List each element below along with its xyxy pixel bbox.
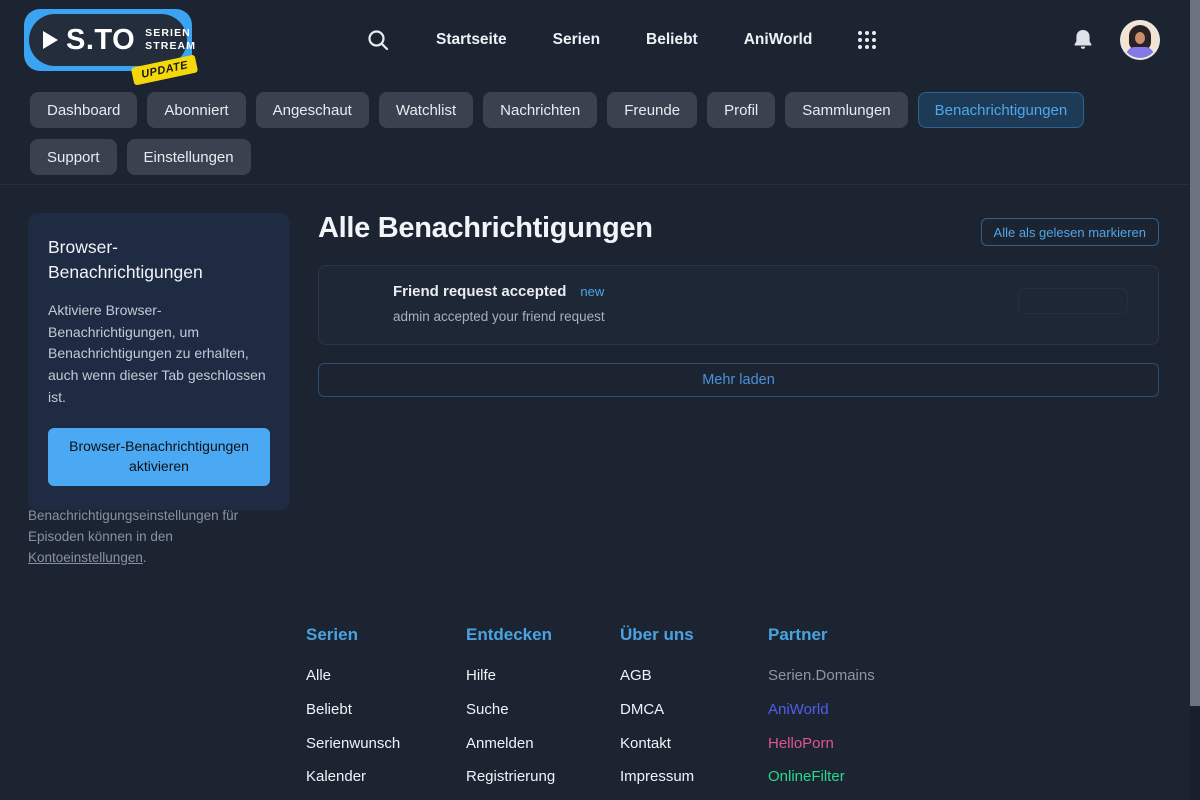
footer-link-kontakt[interactable]: Kontakt (620, 735, 768, 754)
footer-link-kalender[interactable]: Kalender (306, 768, 466, 787)
footer-column-entdecken: Entdecken Hilfe Suche Anmelden Registrie… (466, 625, 620, 800)
tab-einstellungen[interactable]: Einstellungen (127, 139, 251, 175)
tab-profil[interactable]: Profil (707, 92, 775, 128)
footer-column-partner: Partner Serien.Domains AniWorld HelloPor… (768, 625, 875, 800)
logo-name: S.TO (66, 24, 135, 57)
tab-angeschaut[interactable]: Angeschaut (256, 92, 369, 128)
tab-abonniert[interactable]: Abonniert (147, 92, 245, 128)
notification-message: admin accepted your friend request (393, 309, 605, 324)
header-right (1072, 0, 1158, 80)
footer-link-impressum[interactable]: Impressum (620, 768, 768, 787)
user-avatar[interactable] (1122, 22, 1158, 58)
scrollbar-thumb[interactable] (1190, 0, 1200, 706)
footer-link-suche[interactable]: Suche (466, 701, 620, 720)
nav-link-aniworld[interactable]: AniWorld (744, 31, 813, 49)
logo-tagline-line1: SERIEN (145, 27, 196, 40)
footer-link-anmelden[interactable]: Anmelden (466, 735, 620, 754)
logo-capsule: S.TO SERIEN STREAM (29, 14, 187, 66)
footer-heading-partner: Partner (768, 625, 875, 645)
tab-dashboard[interactable]: Dashboard (30, 92, 137, 128)
notification-title: Friend request accepted (393, 283, 566, 300)
nav-link-startseite[interactable]: Startseite (436, 31, 507, 49)
notification-content: Friend request accepted new admin accept… (393, 283, 605, 324)
browser-notifications-title: Browser-Benachrichtigungen (48, 235, 270, 284)
footer-column-serien: Serien Alle Beliebt Serienwunsch Kalende… (306, 625, 466, 800)
footer-link-helloporn[interactable]: HelloPorn (768, 735, 875, 754)
tab-support[interactable]: Support (30, 139, 117, 175)
footer-link-aniworld[interactable]: AniWorld (768, 701, 875, 720)
footer-link-beliebt[interactable]: Beliebt (306, 701, 466, 720)
tab-freunde[interactable]: Freunde (607, 92, 697, 128)
footer-link-hilfe[interactable]: Hilfe (466, 667, 620, 686)
footer-link-registrierung[interactable]: Registrierung (466, 768, 620, 787)
profile-tabs: Dashboard Abonniert Angeschaut Watchlist… (30, 92, 1170, 175)
site-logo[interactable]: S.TO SERIEN STREAM UPDATE (24, 9, 192, 71)
page-title: Alle Benachrichtigungen (318, 212, 653, 245)
notification-new-badge: new (580, 284, 604, 299)
logo-tagline-line2: STREAM (145, 40, 196, 53)
main-nav: Startseite Serien Beliebt AniWorld (366, 0, 876, 80)
scrollbar-track[interactable] (1190, 0, 1200, 800)
logo-tagline: SERIEN STREAM (145, 27, 196, 52)
nav-link-beliebt[interactable]: Beliebt (646, 31, 698, 49)
account-settings-link[interactable]: Kontoeinstellungen (28, 550, 143, 565)
footer: Serien Alle Beliebt Serienwunsch Kalende… (306, 625, 875, 800)
apps-grid-icon[interactable] (858, 31, 876, 49)
tab-sammlungen[interactable]: Sammlungen (785, 92, 907, 128)
mark-all-read-button[interactable]: Alle als gelesen markieren (981, 218, 1159, 246)
enable-browser-notifications-button[interactable]: Browser-Benachrichtigungen aktivieren (48, 428, 270, 485)
footer-heading-ueber-uns: Über uns (620, 625, 768, 645)
load-more-button[interactable]: Mehr laden (318, 363, 1159, 397)
footer-heading-serien: Serien (306, 625, 466, 645)
avatar-body (1126, 47, 1154, 58)
nav-link-serien[interactable]: Serien (553, 31, 600, 49)
note-period: . (143, 550, 147, 565)
header-divider (0, 184, 1200, 185)
search-icon[interactable] (366, 28, 390, 52)
note-text: Benachrichtigungseinstellungen für Episo… (28, 508, 238, 544)
play-icon (43, 31, 58, 49)
tab-watchlist[interactable]: Watchlist (379, 92, 473, 128)
avatar-face (1135, 32, 1145, 44)
footer-link-onlinefilter[interactable]: OnlineFilter (768, 768, 875, 787)
tab-benachrichtigungen[interactable]: Benachrichtigungen (918, 92, 1085, 128)
footer-link-alle[interactable]: Alle (306, 667, 466, 686)
browser-notifications-description: Aktiviere Browser-Benachrichtigungen, um… (48, 300, 270, 408)
tab-nachrichten[interactable]: Nachrichten (483, 92, 597, 128)
footer-column-ueber-uns: Über uns AGB DMCA Kontakt Impressum (620, 625, 768, 800)
notification-item[interactable]: Friend request accepted new admin accept… (318, 265, 1159, 345)
episode-settings-note: Benachrichtigungseinstellungen für Episo… (28, 506, 280, 569)
footer-link-dmca[interactable]: DMCA (620, 701, 768, 720)
footer-link-serien-domains[interactable]: Serien.Domains (768, 667, 875, 686)
footer-heading-entdecken: Entdecken (466, 625, 620, 645)
footer-link-serienwunsch[interactable]: Serienwunsch (306, 735, 466, 754)
page: S.TO SERIEN STREAM UPDATE Startseite Ser… (0, 0, 1200, 800)
browser-notifications-card: Browser-Benachrichtigungen Aktiviere Bro… (28, 213, 290, 510)
notifications-bell-icon[interactable] (1072, 28, 1094, 52)
footer-link-agb[interactable]: AGB (620, 667, 768, 686)
notification-action-ghost[interactable] (1018, 288, 1128, 314)
